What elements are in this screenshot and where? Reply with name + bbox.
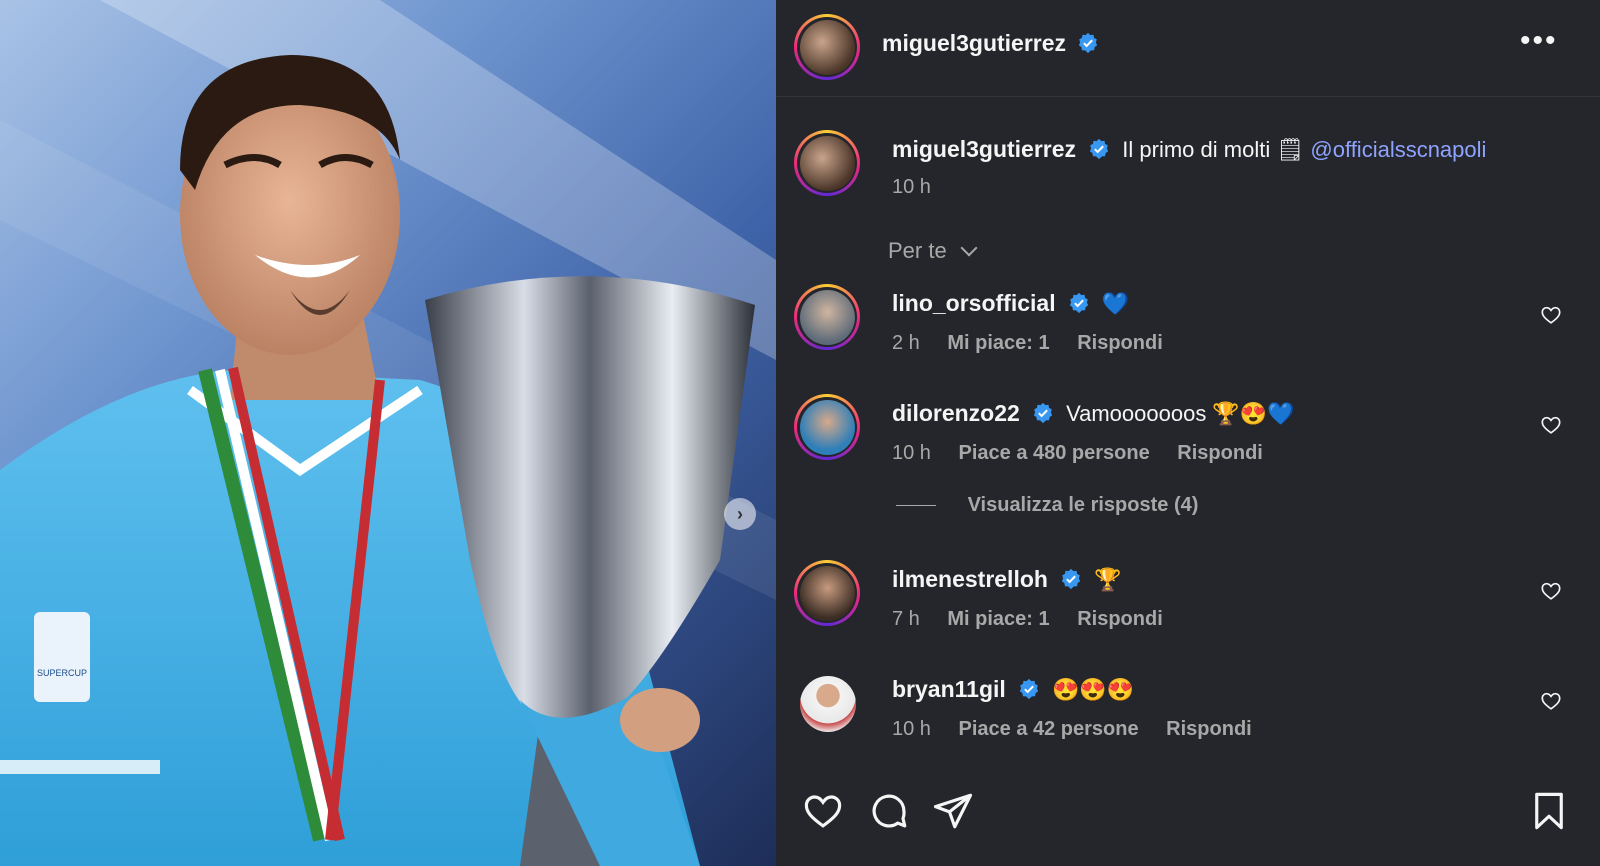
like-comment-heart-icon[interactable]	[1540, 304, 1562, 326]
more-options-icon[interactable]: •••	[1520, 26, 1558, 56]
reply-button[interactable]: Rispondi	[1166, 718, 1252, 740]
comment-time: 10 h	[892, 718, 931, 740]
comment-time: 2 h	[892, 332, 920, 354]
comment-avatar[interactable]	[794, 394, 860, 460]
verified-badge-icon	[1078, 32, 1097, 54]
view-replies-button[interactable]: Visualizza le risposte (4)	[896, 494, 1198, 517]
reply-button[interactable]: Rispondi	[1077, 332, 1163, 354]
svg-text:SUPERCUP: SUPERCUP	[37, 668, 87, 678]
comment-time: 10 h	[892, 442, 931, 464]
caption-emoji: 🗒	[1276, 137, 1305, 162]
share-send-icon[interactable]	[932, 790, 974, 832]
comment-avatar[interactable]	[800, 676, 856, 732]
comment-username[interactable]: ilmenestrelloh	[892, 566, 1048, 592]
caption-text: Il primo di molti	[1122, 137, 1271, 162]
caption-username[interactable]: miguel3gutierrez	[892, 136, 1076, 162]
like-comment-heart-icon[interactable]	[1540, 580, 1562, 602]
verified-badge-icon	[1033, 402, 1053, 424]
comment-bubble-icon[interactable]	[868, 790, 910, 832]
post-actions-bar	[776, 790, 1600, 850]
sort-label: Per te	[888, 238, 947, 263]
verified-badge-icon	[1061, 568, 1081, 590]
verified-badge-icon	[1019, 678, 1039, 700]
post-header: miguel3gutierrez •••	[776, 0, 1600, 97]
replies-divider	[896, 505, 936, 507]
caption: miguel3gutierrez Il primo di molti 🗒 @of…	[776, 126, 1600, 206]
photo-illustration: SUPERCUP	[0, 0, 776, 866]
caption-mention[interactable]: @officialsscnapoli	[1310, 137, 1486, 162]
caption-avatar[interactable]	[794, 130, 860, 196]
comment-username[interactable]: dilorenzo22	[892, 400, 1020, 426]
comment-avatar[interactable]	[794, 284, 860, 350]
comment-username[interactable]: lino_orsofficial	[892, 290, 1056, 316]
post-photo[interactable]: SUPERCUP ›	[0, 0, 776, 866]
comment-time: 7 h	[892, 608, 920, 630]
next-image-button[interactable]: ›	[724, 498, 756, 530]
author-avatar[interactable]	[794, 14, 860, 80]
comment-item: bryan11gil 😍😍😍 10 h Piace a 42 persone R…	[776, 670, 1600, 750]
comment-likes[interactable]: Mi piace: 1	[947, 608, 1049, 630]
post-details-panel: miguel3gutierrez ••• miguel3gutierrez Il…	[776, 0, 1600, 866]
verified-badge-icon	[1069, 292, 1088, 314]
comment-text: 💙	[1101, 291, 1130, 316]
comment-text: Vamooooooos 🏆😍💙	[1066, 401, 1295, 426]
comment-item: lino_orsofficial 💙 2 h Mi piace: 1 Rispo…	[776, 284, 1600, 364]
comment-avatar[interactable]	[794, 560, 860, 626]
comment-text: 😍😍😍	[1052, 677, 1135, 702]
comment-likes[interactable]: Mi piace: 1	[947, 332, 1049, 354]
comment-likes[interactable]: Piace a 42 persone	[959, 718, 1139, 740]
comment-text: 🏆	[1094, 567, 1122, 592]
comment-item: ilmenestrelloh 🏆 7 h Mi piace: 1 Rispond…	[776, 560, 1600, 640]
caption-time: 10 h	[892, 176, 931, 198]
save-bookmark-icon[interactable]	[1528, 790, 1570, 832]
verified-badge-icon	[1090, 138, 1109, 160]
like-comment-heart-icon[interactable]	[1540, 414, 1562, 436]
like-comment-heart-icon[interactable]	[1540, 690, 1562, 712]
author-username[interactable]: miguel3gutierrez	[882, 30, 1066, 56]
comment-username[interactable]: bryan11gil	[892, 676, 1006, 702]
reply-button[interactable]: Rispondi	[1177, 442, 1263, 464]
comment-likes[interactable]: Piace a 480 persone	[959, 442, 1150, 464]
view-replies-label: Visualizza le risposte (4)	[967, 494, 1199, 516]
comment-sort-dropdown[interactable]: Per te	[888, 238, 978, 264]
chevron-down-icon	[960, 239, 978, 257]
reply-button[interactable]: Rispondi	[1077, 608, 1163, 630]
instagram-post-view: SUPERCUP › miguel3gutierrez ••• miguel3g…	[0, 0, 1600, 866]
comment-item: dilorenzo22 Vamooooooos 🏆😍💙 10 h Piace a…	[776, 394, 1600, 474]
like-heart-icon[interactable]	[802, 790, 844, 832]
